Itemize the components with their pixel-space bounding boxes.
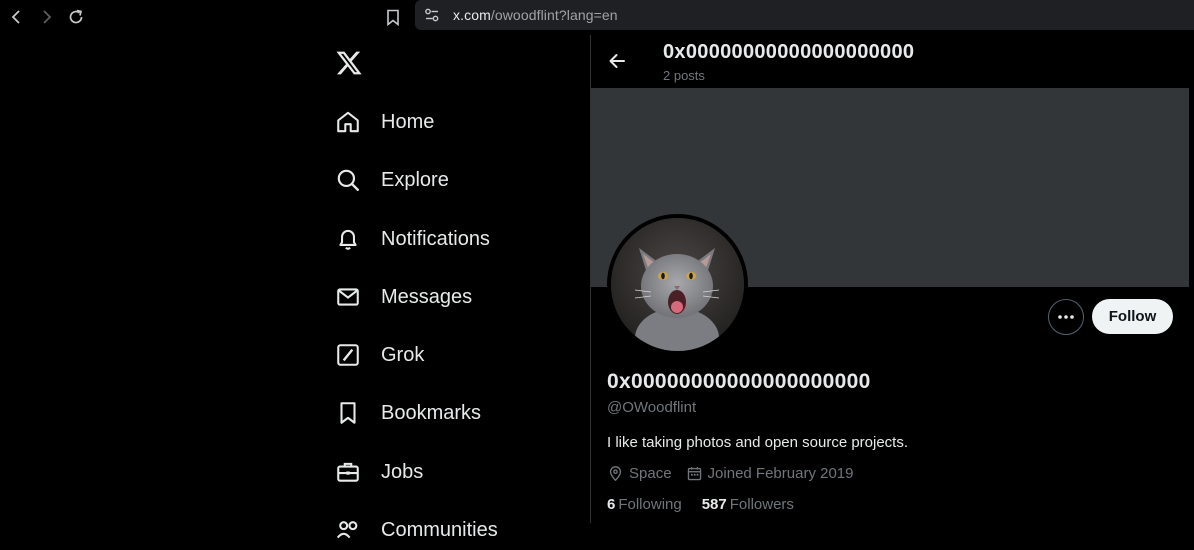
chevron-left-icon [11,10,20,24]
briefcase-icon [335,459,361,485]
followers-link[interactable]: 587 Followers [702,496,794,513]
bell-icon [335,226,361,252]
x-logo-icon[interactable] [335,49,363,77]
followers-count: 587 [701,496,727,513]
profile-handle: @OWoodflint [607,399,697,416]
bookmark-icon [335,400,361,426]
follow-button[interactable]: Follow [1092,299,1173,334]
followers-label: Followers [729,496,794,513]
cat-avatar-image [611,218,744,351]
sidebar-item-label: Grok [381,343,425,366]
join-date-text: Joined February 2019 [707,465,854,482]
profile-header-bar: 0x00000000000000000000 2 posts [591,35,1194,88]
following-count: 6 [607,496,616,513]
sidebar-item-jobs[interactable]: Jobs [335,452,423,492]
browser-toolbar: x.com/owoodflint?lang=en [0,0,1194,35]
profile-display-name: 0x00000000000000000000 [607,370,871,393]
sidebar-item-messages[interactable]: Messages [335,277,472,317]
url-host: x.com [453,7,491,23]
site-settings-icon[interactable] [424,7,440,23]
profile-bio: I like taking photos and open source pro… [607,434,909,451]
following-link[interactable]: 6 Following [607,496,682,513]
sidebar: Home Explore Notifications Messages Grok… [0,35,590,541]
back-nav-button[interactable] [5,5,29,29]
reload-button[interactable] [64,5,88,29]
sidebar-item-home[interactable]: Home [335,102,434,142]
sidebar-item-label: Notifications [381,227,490,250]
bookmark-page-button[interactable] [381,5,405,29]
search-icon [335,167,361,193]
more-options-button[interactable] [1048,299,1084,335]
url-path: /owoodflint?lang=en [490,7,618,23]
following-label: Following [618,496,682,513]
people-icon [335,517,361,543]
home-icon [335,109,361,135]
url-text[interactable]: x.com/owoodflint?lang=en [453,7,618,23]
back-button[interactable] [605,49,629,73]
ellipsis-icon [1058,315,1074,319]
sidebar-item-communities[interactable]: Communities [335,510,498,550]
profile-column: 0x00000000000000000000 2 posts Follow 0x… [591,35,1194,523]
profile-meta: Space Joined February 2019 [607,465,867,482]
grok-icon [335,342,361,368]
address-bar[interactable]: x.com/owoodflint?lang=en [415,0,1194,30]
sidebar-item-label: Bookmarks [381,401,482,424]
sidebar-item-label: Jobs [381,460,424,483]
location: Space [607,465,672,482]
forward-nav-button[interactable] [34,5,58,29]
sidebar-item-label: Explore [381,168,449,191]
sidebar-item-explore[interactable]: Explore [335,160,449,200]
sidebar-item-bookmarks[interactable]: Bookmarks [335,393,481,433]
calendar-icon [687,467,701,481]
header-name: 0x00000000000000000000 [663,41,915,63]
bookmark-outline-icon [387,9,399,26]
arrow-left-icon [609,54,625,68]
reload-icon [69,9,83,24]
envelope-icon [335,284,361,310]
location-pin-icon [609,466,622,482]
follow-stats: 6 Following 587 Followers [607,496,814,513]
join-date: Joined February 2019 [686,465,854,482]
sidebar-item-label: Messages [381,285,473,308]
sidebar-item-notifications[interactable]: Notifications [335,219,490,259]
sidebar-item-label: Home [381,110,435,133]
sidebar-item-grok[interactable]: Grok [335,335,424,375]
sidebar-item-label: Communities [381,518,498,541]
post-count: 2 posts [663,68,705,83]
chevron-right-icon [43,10,52,24]
avatar[interactable] [607,214,748,355]
location-text: Space [629,465,672,482]
